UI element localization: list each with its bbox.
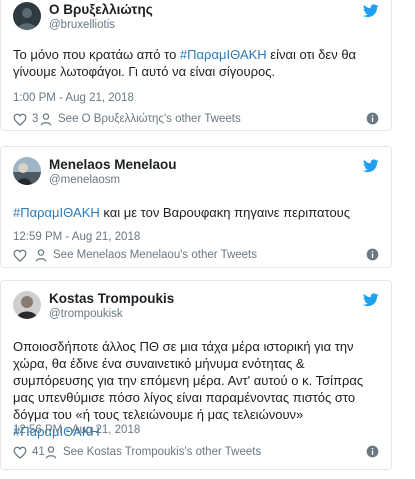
like-count: 3 (32, 113, 39, 125)
twitter-bird-icon[interactable] (362, 293, 379, 307)
tweet-header: Kostas Trompoukis @trompoukisk (13, 291, 379, 327)
like-button[interactable]: 41 (13, 443, 45, 461)
tweet-timestamp[interactable]: 12:59 PM - Aug 21, 2018 (13, 230, 140, 244)
tweet-text-part: και με τον Βαρουφακη πηγαινε περιπατους (99, 205, 351, 220)
tweet-text-part: Οποιοσδήποτε άλλος ΠΘ σε μια τάχα μέρα ι… (13, 339, 364, 422)
display-name[interactable]: Ο Βρυξελλιώτης (49, 2, 153, 18)
see-other-tweets-link[interactable]: See Menelaos Menelaou's other Tweets (35, 246, 257, 264)
like-count: 41 (32, 446, 45, 458)
avatar-photo-landscape-icon (13, 157, 41, 185)
tweet-timestamp[interactable]: 12:56 PM - Aug 21, 2018 (13, 423, 140, 437)
see-other-tweets-label: See Menelaos Menelaou's other Tweets (53, 249, 257, 261)
handle[interactable]: @menelaosm (49, 173, 177, 187)
tweet-card[interactable]: Kostas Trompoukis @trompoukisk Οποιοσδήπ… (0, 280, 392, 470)
tweet-text: Το μόνο που κρατάω από το #ΠαραμΙΘΑΚΗ εί… (13, 46, 379, 80)
heart-icon (13, 113, 27, 126)
info-icon[interactable] (366, 445, 379, 458)
heart-icon (13, 446, 27, 459)
avatar-silhouette-dark-icon (13, 2, 41, 30)
author-names: Menelaos Menelaou @menelaosm (49, 157, 177, 187)
info-icon[interactable] (366, 112, 379, 125)
avatar-photo-portrait-icon (13, 291, 41, 319)
tweet-text-part: Το μόνο που κρατάω από το (13, 47, 180, 62)
like-button[interactable]: 3 (13, 110, 38, 128)
see-other-tweets-label: See Kostas Trompoukis's other Tweets (63, 446, 262, 458)
tweet-actions: See Menelaos Menelaou's other Tweets (13, 246, 379, 264)
info-icon[interactable] (366, 248, 379, 261)
tweet-card[interactable]: Ο Βρυξελλιώτης @bruxelliotis Το μόνο που… (0, 0, 392, 131)
embedded-tweet-feed: Ο Βρυξελλιώτης @bruxelliotis Το μόνο που… (0, 0, 415, 479)
person-icon (45, 445, 57, 459)
hashtag-link[interactable]: #ΠαραμΙΘΑΚΗ (13, 205, 100, 220)
avatar[interactable] (13, 2, 41, 30)
tweet-card[interactable]: Menelaos Menelaou @menelaosm #ΠαραμΙΘΑΚΗ… (0, 146, 392, 268)
author-names: Kostas Trompoukis @trompoukisk (49, 291, 174, 321)
author-names: Ο Βρυξελλιώτης @bruxelliotis (49, 2, 153, 32)
avatar[interactable] (13, 291, 41, 319)
tweet-text: #ΠαραμΙΘΑΚΗ και με τον Βαρουφακη πηγαινε… (13, 204, 379, 221)
person-icon (40, 112, 52, 126)
tweet-header: Ο Βρυξελλιώτης @bruxelliotis (13, 2, 379, 38)
handle[interactable]: @bruxelliotis (49, 18, 153, 32)
tweet-actions: 3 See Ο Βρυξελλιώτης's other Tweets (13, 110, 379, 128)
tweet-actions: 41 See Kostas Trompoukis's other Tweets (13, 443, 379, 461)
person-icon (35, 248, 47, 262)
twitter-bird-icon[interactable] (362, 4, 379, 18)
twitter-bird-icon[interactable] (362, 159, 379, 173)
heart-icon (13, 249, 27, 262)
hashtag-link[interactable]: #ΠαραμΙΘΑΚΗ (180, 47, 267, 62)
see-other-tweets-link[interactable]: See Ο Βρυξελλιώτης's other Tweets (40, 110, 241, 128)
display-name[interactable]: Kostas Trompoukis (49, 291, 174, 307)
tweet-header: Menelaos Menelaou @menelaosm (13, 157, 379, 193)
avatar[interactable] (13, 157, 41, 185)
handle[interactable]: @trompoukisk (49, 307, 174, 321)
like-button[interactable] (13, 246, 32, 264)
see-other-tweets-link[interactable]: See Kostas Trompoukis's other Tweets (45, 443, 261, 461)
display-name[interactable]: Menelaos Menelaou (49, 157, 177, 173)
see-other-tweets-label: See Ο Βρυξελλιώτης's other Tweets (58, 113, 241, 125)
tweet-timestamp[interactable]: 1:00 PM - Aug 21, 2018 (13, 91, 134, 105)
